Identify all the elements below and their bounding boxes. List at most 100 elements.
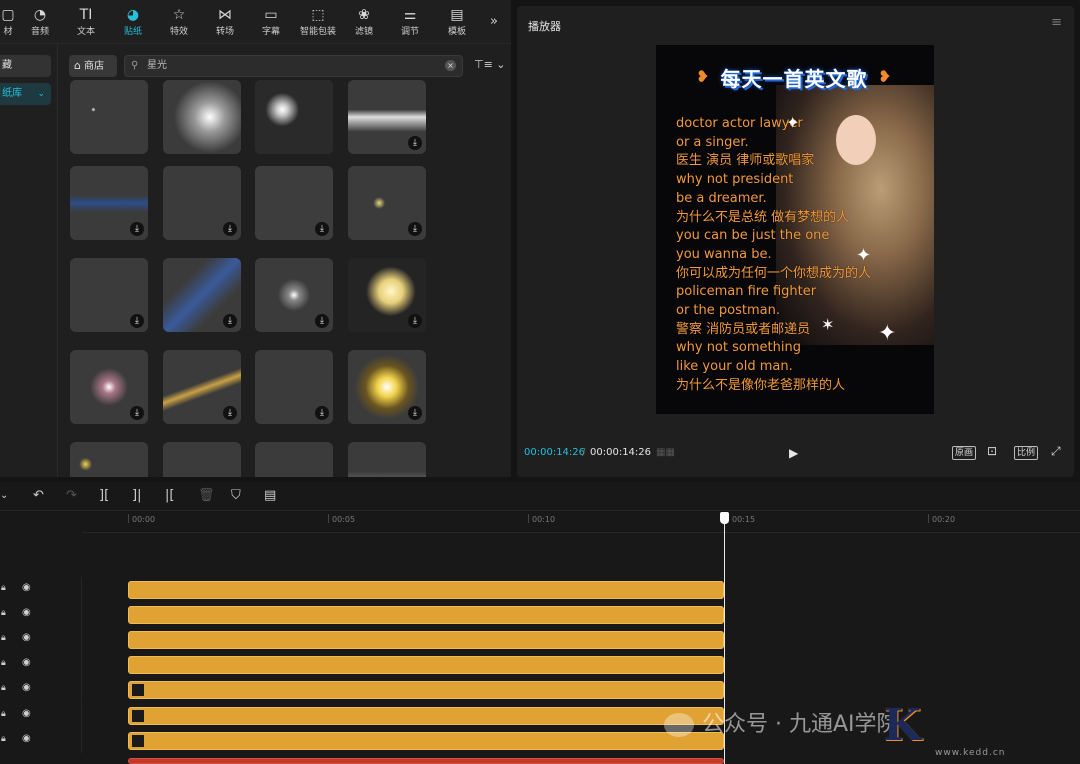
split-icon[interactable]: ][ xyxy=(99,488,109,503)
download-icon[interactable]: ⤓ xyxy=(130,222,144,236)
sticker-tile[interactable] xyxy=(255,80,333,154)
download-icon[interactable]: ⤓ xyxy=(130,314,144,328)
chevron-down-icon[interactable]: ⌄ xyxy=(0,490,8,501)
fit-screen-icon[interactable]: ⊡ xyxy=(987,444,997,458)
sticker-grid: ⤓ ⤓ ⤓ ⤓ ⤓ ⤓ ⤓ ⤓ ⤓ ⤓ ⤓ ⤓ ⤓ xyxy=(58,80,511,477)
tab-effects[interactable]: ☆ 特效 xyxy=(157,6,201,42)
eye-icon[interactable]: ◉ xyxy=(22,632,31,643)
timeline-clip[interactable] xyxy=(128,681,724,699)
sticker-tile[interactable] xyxy=(163,80,241,154)
timecode-icon: ▦▦ xyxy=(656,447,675,458)
lock-icon[interactable]: 🔒︎ xyxy=(1,583,6,593)
download-icon[interactable]: ⤓ xyxy=(223,222,237,236)
preview-canvas[interactable]: ❥ ❥ 每天一首英文歌 doctor actor lawyer or a sing… xyxy=(656,45,934,414)
track-header: 🔒︎ ◉ xyxy=(0,577,82,602)
sticker-tile[interactable] xyxy=(348,442,426,477)
sticker-tile[interactable]: ⤓ xyxy=(348,258,426,332)
tab-smart-pack[interactable]: ⬚ 智能包装 xyxy=(296,6,340,42)
menu-icon[interactable]: ≡ xyxy=(1051,15,1062,30)
download-icon[interactable]: ⤓ xyxy=(408,136,422,150)
original-quality-button[interactable]: 原画 xyxy=(952,446,977,460)
timeline-clip-audio[interactable] xyxy=(128,758,724,764)
sidebar-item-favorites[interactable]: 藏 xyxy=(0,55,51,77)
sticker-thumbnail xyxy=(70,80,148,154)
sticker-tile[interactable]: ⤓ xyxy=(255,350,333,424)
ratio-button[interactable]: 比例 xyxy=(1014,446,1039,460)
lyric-line: you wanna be. xyxy=(676,246,772,262)
eye-icon[interactable]: ◉ xyxy=(22,733,31,744)
sticker-tile[interactable]: ⤓ xyxy=(348,166,426,240)
lock-icon[interactable]: 🔒︎ xyxy=(1,734,6,744)
ruler-label: 00:05 xyxy=(332,515,356,524)
tab-text[interactable]: TI 文本 xyxy=(64,6,108,42)
download-icon[interactable]: ⤓ xyxy=(223,406,237,420)
sticker-tile[interactable]: ⤓ xyxy=(163,166,241,240)
lock-icon[interactable]: 🔒︎ xyxy=(1,683,6,693)
sparkle-icon: ✦ xyxy=(856,245,872,266)
store-button[interactable]: ⌂ 商店 xyxy=(69,55,117,77)
transition-icon: ⋈ xyxy=(218,7,232,23)
download-icon[interactable]: ⤓ xyxy=(223,314,237,328)
eye-icon[interactable]: ◉ xyxy=(22,708,31,719)
eye-icon[interactable]: ◉ xyxy=(22,582,31,593)
time-ruler[interactable]: 00:00 00:05 00:10 00:15 00:20 xyxy=(82,511,1080,533)
download-icon[interactable]: ⤓ xyxy=(408,406,422,420)
lock-icon[interactable]: 🔒︎ xyxy=(1,633,6,643)
sticker-tile[interactable]: ⤓ xyxy=(70,166,148,240)
sticker-tile[interactable]: ⤓ xyxy=(255,258,333,332)
sticker-tile[interactable] xyxy=(70,80,148,154)
sticker-tile[interactable]: ⤓ xyxy=(348,80,426,154)
sticker-tile[interactable] xyxy=(70,442,148,477)
download-icon[interactable]: ⤓ xyxy=(315,406,329,420)
sticker-tile[interactable] xyxy=(163,442,241,477)
sticker-tile[interactable] xyxy=(255,442,333,477)
ruler-label: 00:10 xyxy=(532,515,556,524)
tab-audio[interactable]: ◔ 音频 xyxy=(18,6,62,42)
eye-icon[interactable]: ◉ xyxy=(22,657,31,668)
edit-text-icon[interactable]: ▤ xyxy=(264,488,276,503)
undo-icon[interactable]: ↶ xyxy=(33,488,44,503)
timeline-clip[interactable] xyxy=(128,732,724,750)
clear-icon[interactable]: × xyxy=(445,60,456,71)
download-icon[interactable]: ⤓ xyxy=(408,314,422,328)
sticker-thumbnail xyxy=(255,80,333,154)
timeline-clip[interactable] xyxy=(128,581,724,599)
download-icon[interactable]: ⤓ xyxy=(315,314,329,328)
lock-icon[interactable]: 🔒︎ xyxy=(1,709,6,719)
lock-icon[interactable]: 🔒︎ xyxy=(1,608,6,618)
tab-sticker[interactable]: ◕ 贴纸 xyxy=(111,6,155,42)
more-tabs-icon[interactable]: » xyxy=(490,14,498,29)
marker-icon[interactable]: ⛉ xyxy=(231,488,241,503)
playhead-handle[interactable] xyxy=(720,512,729,524)
download-icon[interactable]: ⤓ xyxy=(315,222,329,236)
timeline-clip[interactable] xyxy=(128,656,724,674)
filter-sort-icon[interactable]: ⊤≡ ⌄ xyxy=(474,58,506,71)
tab-filter[interactable]: ❀ 滤镜 xyxy=(342,6,386,42)
tab-transition[interactable]: ⋈ 转场 xyxy=(203,6,247,42)
eye-icon[interactable]: ◉ xyxy=(22,682,31,693)
sticker-tile[interactable]: ⤓ xyxy=(163,258,241,332)
tab-adjust[interactable]: ⚌ 调节 xyxy=(388,6,432,42)
text-icon: TI xyxy=(79,7,93,23)
lock-icon[interactable]: 🔒︎ xyxy=(1,658,6,668)
time-separator: / xyxy=(582,447,586,458)
sticker-tile[interactable]: ⤓ xyxy=(348,350,426,424)
timeline-clip[interactable] xyxy=(128,707,724,725)
sticker-tile[interactable]: ⤓ xyxy=(70,350,148,424)
download-icon[interactable]: ⤓ xyxy=(130,406,144,420)
sticker-tile[interactable]: ⤓ xyxy=(163,350,241,424)
sticker-tile[interactable]: ⤓ xyxy=(70,258,148,332)
play-button[interactable]: ▶ xyxy=(789,446,798,460)
timeline-clip[interactable] xyxy=(128,606,724,624)
tab-template[interactable]: ▤ 模板 xyxy=(435,6,479,42)
sticker-tile[interactable]: ⤓ xyxy=(255,166,333,240)
search-input[interactable]: ⚲ 星光 × xyxy=(124,55,463,77)
download-icon[interactable]: ⤓ xyxy=(408,222,422,236)
split-left-icon[interactable]: ]| xyxy=(132,488,141,503)
timeline-clip[interactable] xyxy=(128,631,724,649)
split-right-icon[interactable]: |[ xyxy=(165,488,174,503)
fullscreen-icon[interactable]: ⤢ xyxy=(1051,444,1061,458)
sidebar-item-sticker-library[interactable]: 纸库 ⌄ xyxy=(0,83,51,105)
tab-subtitle[interactable]: ▭ 字幕 xyxy=(249,6,293,42)
eye-icon[interactable]: ◉ xyxy=(22,607,31,618)
